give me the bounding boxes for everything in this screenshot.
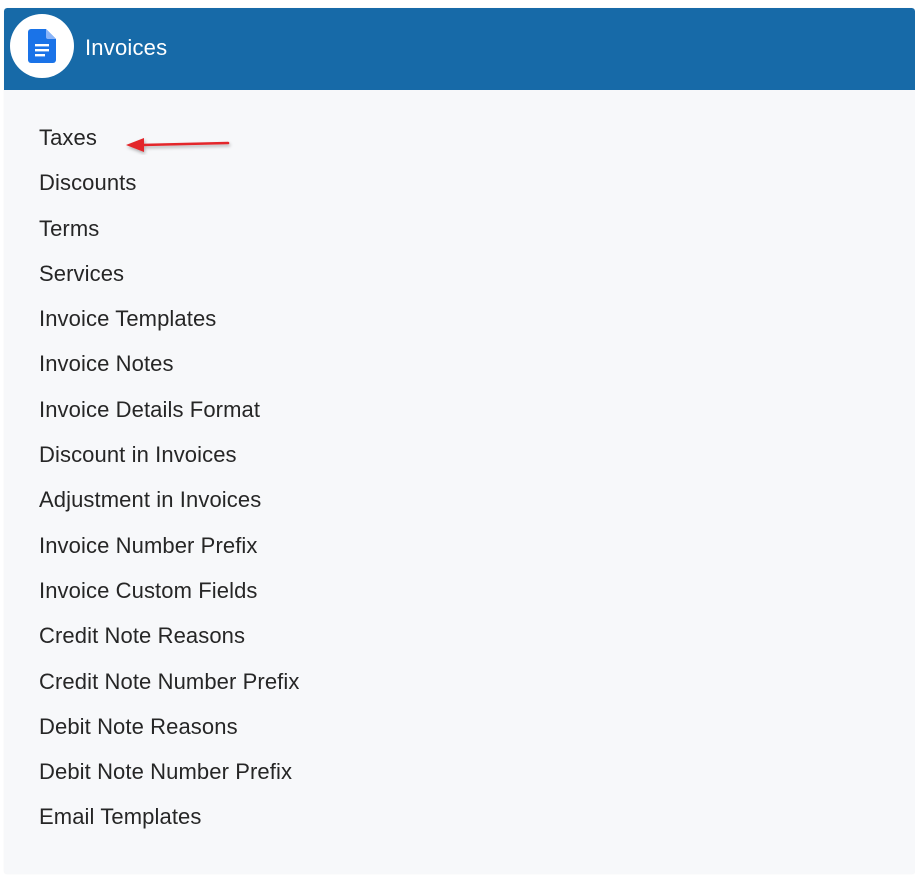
header-logo <box>10 14 74 78</box>
page-title: Invoices <box>85 35 168 60</box>
menu-item-credit-note-reasons[interactable]: Credit Note Reasons <box>39 621 299 666</box>
menu-item-discounts[interactable]: Discounts <box>39 168 299 213</box>
document-icon <box>28 29 56 63</box>
menu-item-invoice-number-prefix[interactable]: Invoice Number Prefix <box>39 531 299 576</box>
menu-item-invoice-details-format[interactable]: Invoice Details Format <box>39 395 299 440</box>
invoices-panel: Invoices Taxes Discounts Terms Services … <box>4 8 915 874</box>
menu-item-email-templates[interactable]: Email Templates <box>39 802 299 847</box>
menu-item-debit-note-number-prefix[interactable]: Debit Note Number Prefix <box>39 757 299 802</box>
red-arrow-icon <box>126 138 230 152</box>
menu-item-credit-note-number-prefix[interactable]: Credit Note Number Prefix <box>39 667 299 712</box>
menu-item-invoice-notes[interactable]: Invoice Notes <box>39 349 299 394</box>
menu-item-invoice-templates[interactable]: Invoice Templates <box>39 304 299 349</box>
menu-item-invoice-custom-fields[interactable]: Invoice Custom Fields <box>39 576 299 621</box>
panel-header: Invoices <box>4 8 915 90</box>
menu-item-terms[interactable]: Terms <box>39 214 299 259</box>
menu-item-discount-in-invoices[interactable]: Discount in Invoices <box>39 440 299 485</box>
settings-menu: Taxes Discounts Terms Services Invoice T… <box>39 123 299 848</box>
menu-item-services[interactable]: Services <box>39 259 299 304</box>
menu-item-debit-note-reasons[interactable]: Debit Note Reasons <box>39 712 299 757</box>
menu-item-adjustment-in-invoices[interactable]: Adjustment in Invoices <box>39 485 299 530</box>
